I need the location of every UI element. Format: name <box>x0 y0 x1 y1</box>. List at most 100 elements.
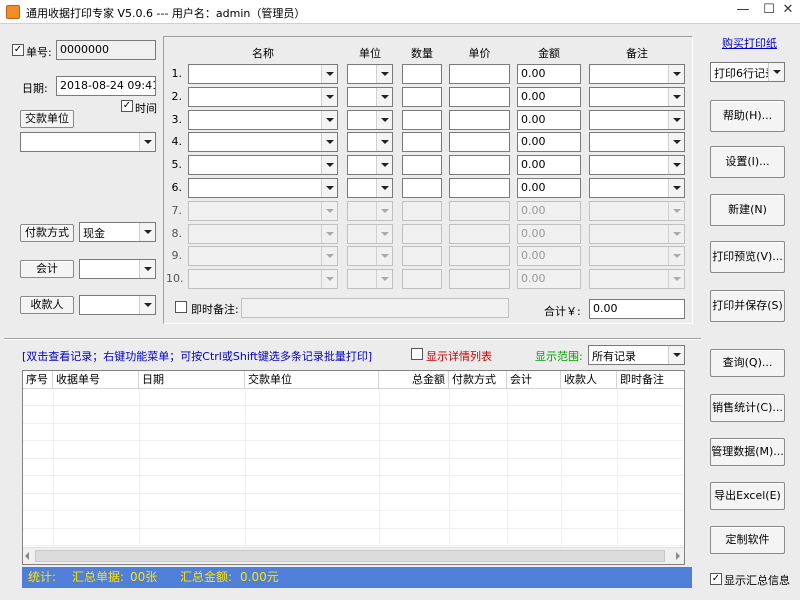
item-remark-1[interactable] <box>589 64 685 84</box>
item-price-1[interactable] <box>449 64 510 84</box>
chevron-down-icon[interactable] <box>668 65 684 83</box>
item-price-3[interactable] <box>449 109 510 130</box>
chevron-down-icon[interactable] <box>668 156 684 175</box>
table-header-receipt-no[interactable]: 收据单号 <box>53 371 139 389</box>
manage-data-button[interactable]: 管理数据(M)... <box>710 438 785 466</box>
export-excel-button[interactable]: 导出Excel(E) <box>710 482 785 510</box>
chevron-down-icon[interactable] <box>668 110 684 129</box>
chevron-down-icon[interactable] <box>321 247 337 266</box>
table-header-remark[interactable]: 即时备注 <box>617 371 684 389</box>
item-remark-4[interactable] <box>589 132 685 153</box>
item-unit-5[interactable] <box>347 155 393 176</box>
table-row[interactable] <box>23 407 684 424</box>
item-qty-9[interactable] <box>402 246 442 267</box>
table-header-total[interactable]: 总金额 <box>379 371 449 389</box>
item-unit-9[interactable] <box>347 246 393 267</box>
item-name-7[interactable] <box>188 200 338 221</box>
print-and-save-button[interactable]: 打印并保存(S) <box>710 290 785 322</box>
item-unit-2[interactable] <box>347 86 393 107</box>
chevron-down-icon[interactable] <box>376 156 392 175</box>
table-header-index[interactable]: 序号 <box>23 371 53 389</box>
chevron-down-icon[interactable] <box>321 87 337 106</box>
chevron-down-icon[interactable] <box>139 296 155 314</box>
item-amount-8[interactable]: 0.00 <box>517 223 581 244</box>
item-qty-2[interactable] <box>402 86 442 107</box>
chevron-down-icon[interactable] <box>376 201 392 220</box>
item-name-10[interactable] <box>188 269 338 290</box>
item-price-8[interactable] <box>449 223 510 244</box>
item-remark-7[interactable] <box>589 200 685 221</box>
item-name-3[interactable] <box>188 109 338 130</box>
chevron-down-icon[interactable] <box>668 270 684 289</box>
table-row[interactable] <box>23 477 684 494</box>
receiver-button[interactable]: 收款人 <box>20 296 74 314</box>
item-unit-1[interactable] <box>347 64 393 84</box>
table-row[interactable] <box>23 494 684 511</box>
payment-method-button[interactable]: 付款方式 <box>20 224 74 242</box>
chevron-down-icon[interactable] <box>321 156 337 175</box>
item-remark-5[interactable] <box>589 155 685 176</box>
item-price-4[interactable] <box>449 132 510 153</box>
chevron-down-icon[interactable] <box>376 65 392 83</box>
print-preview-button[interactable]: 打印预览(V)... <box>710 241 785 273</box>
time-checkbox[interactable]: ✓ <box>121 100 133 112</box>
item-unit-7[interactable] <box>347 200 393 221</box>
item-price-2[interactable] <box>449 86 510 107</box>
records-table[interactable]: 序号 收据单号 日期 交款单位 总金额 付款方式 会计 收款人 即时备注 <box>22 370 685 565</box>
item-unit-4[interactable] <box>347 132 393 153</box>
chevron-down-icon[interactable] <box>139 260 155 278</box>
total-field[interactable]: 0.00 <box>589 299 685 319</box>
item-name-8[interactable] <box>188 223 338 244</box>
chevron-down-icon[interactable] <box>376 179 392 197</box>
scroll-left-icon[interactable] <box>25 552 29 560</box>
item-price-10[interactable] <box>449 269 510 290</box>
payer-select[interactable] <box>20 132 156 152</box>
custom-software-button[interactable]: 定制软件 <box>710 526 785 554</box>
chevron-down-icon[interactable] <box>321 133 337 152</box>
chevron-down-icon[interactable] <box>139 223 155 241</box>
table-header-receiver[interactable]: 收款人 <box>561 371 617 389</box>
item-qty-7[interactable] <box>402 200 442 221</box>
chevron-down-icon[interactable] <box>376 224 392 243</box>
receiver-select[interactable] <box>79 295 156 315</box>
chevron-down-icon[interactable] <box>376 133 392 152</box>
chevron-down-icon[interactable] <box>668 201 684 220</box>
close-icon[interactable]: ✕ <box>776 1 800 21</box>
chevron-down-icon[interactable] <box>668 87 684 106</box>
item-amount-7[interactable]: 0.00 <box>517 200 581 221</box>
item-amount-3[interactable]: 0.00 <box>517 109 581 130</box>
table-header-date[interactable]: 日期 <box>139 371 245 389</box>
payer-button[interactable]: 交款单位 <box>20 110 74 128</box>
table-row[interactable] <box>23 512 684 529</box>
chevron-down-icon[interactable] <box>376 247 392 266</box>
date-field[interactable]: 2018-08-24 09:41: <box>56 76 156 96</box>
item-amount-1[interactable]: 0.00 <box>517 64 581 84</box>
item-remark-9[interactable] <box>589 246 685 267</box>
chevron-down-icon[interactable] <box>321 110 337 129</box>
item-amount-2[interactable]: 0.00 <box>517 86 581 107</box>
show-summary-checkbox[interactable]: ✓ <box>710 573 722 585</box>
buy-paper-link[interactable]: 购买打印纸 <box>722 35 777 51</box>
item-qty-6[interactable] <box>402 178 442 198</box>
item-qty-10[interactable] <box>402 269 442 290</box>
item-amount-9[interactable]: 0.00 <box>517 246 581 267</box>
item-unit-10[interactable] <box>347 269 393 290</box>
item-qty-5[interactable] <box>402 155 442 176</box>
item-remark-8[interactable] <box>589 223 685 244</box>
chevron-down-icon[interactable] <box>139 133 155 151</box>
item-price-7[interactable] <box>449 200 510 221</box>
chevron-down-icon[interactable] <box>321 179 337 197</box>
query-button[interactable]: 查询(Q)... <box>710 349 785 377</box>
chevron-down-icon[interactable] <box>668 224 684 243</box>
item-name-4[interactable] <box>188 132 338 153</box>
item-amount-4[interactable]: 0.00 <box>517 132 581 153</box>
range-select[interactable]: 所有记录 <box>588 345 685 365</box>
new-button[interactable]: 新建(N) <box>710 194 785 226</box>
item-price-6[interactable] <box>449 178 510 198</box>
item-name-1[interactable] <box>188 64 338 84</box>
accountant-button[interactable]: 会计 <box>20 260 74 278</box>
item-name-2[interactable] <box>188 86 338 107</box>
scroll-right-icon[interactable] <box>676 552 680 560</box>
item-remark-6[interactable] <box>589 178 685 198</box>
item-unit-3[interactable] <box>347 109 393 130</box>
